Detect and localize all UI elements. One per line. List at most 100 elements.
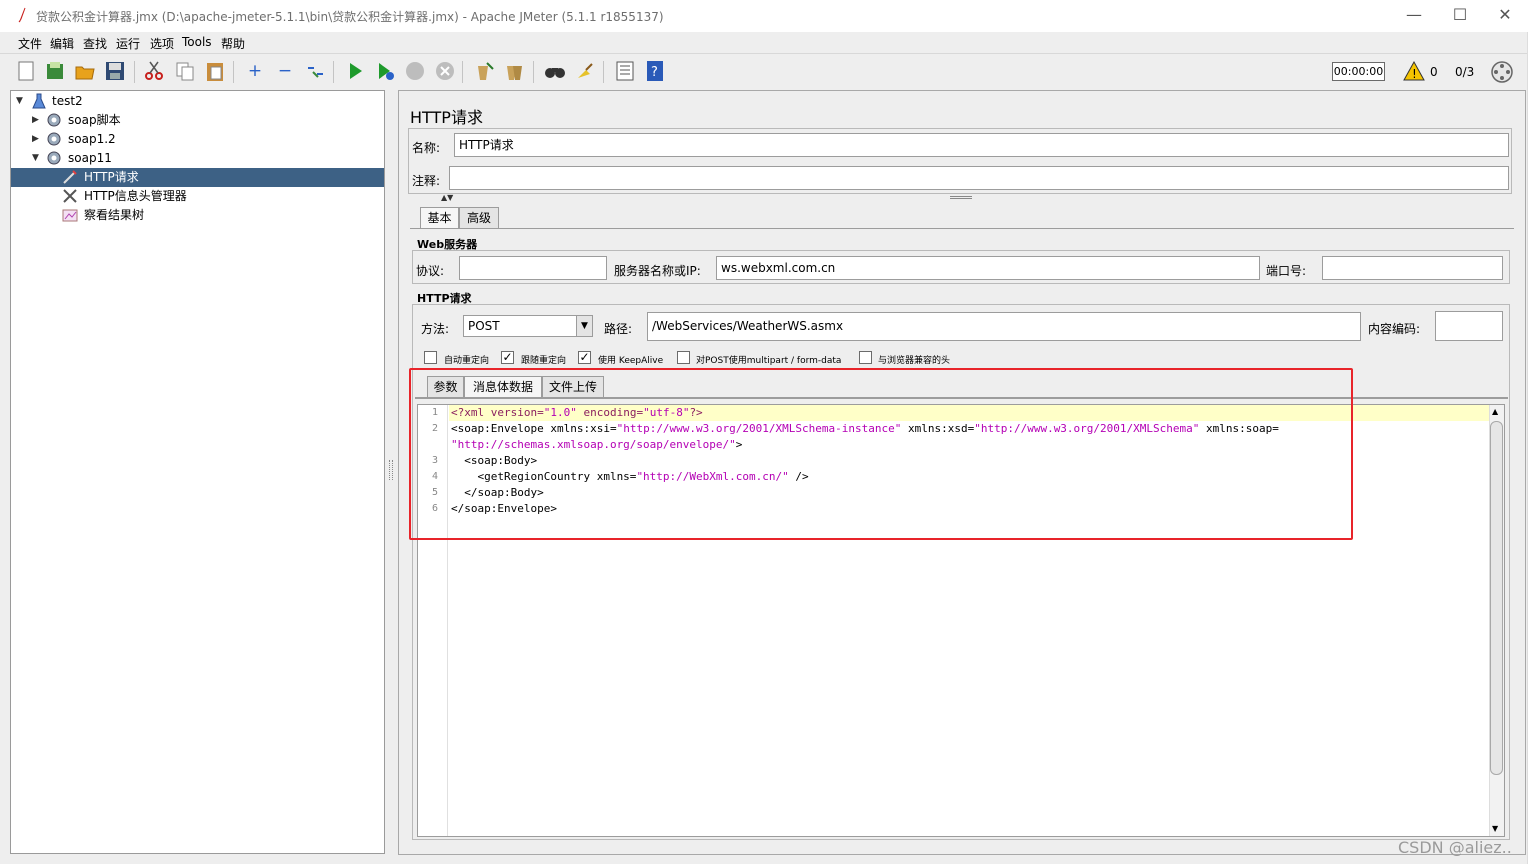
paste-icon[interactable]	[203, 59, 227, 83]
menu-search[interactable]: 查找	[83, 35, 107, 52]
function-helper-icon[interactable]	[613, 59, 637, 83]
tree-item-soap-script[interactable]: ▶ soap脚本	[11, 111, 384, 130]
splitter-handle[interactable]	[950, 196, 972, 199]
menu-help[interactable]: 帮助	[221, 35, 245, 52]
elapsed-timer: 00:00:00	[1332, 62, 1385, 81]
tab-divider	[410, 228, 1514, 229]
tree-item-soap11[interactable]: ▼ soap11	[11, 149, 384, 168]
open-icon[interactable]	[73, 59, 97, 83]
sampler-icon	[62, 169, 78, 185]
new-icon[interactable]	[14, 59, 38, 83]
tree-item-label: soap1.2	[68, 132, 116, 146]
tree-expand-arrow[interactable]: ▼	[16, 92, 23, 111]
highlight-annotation-box	[409, 368, 1353, 540]
comment-label: 注释:	[412, 174, 441, 188]
background-window-strip	[1527, 32, 1536, 864]
menu-run[interactable]: 运行	[116, 35, 140, 52]
copy-icon[interactable]	[173, 59, 197, 83]
panel-title: HTTP请求	[410, 108, 483, 127]
browser-headers-label: 与浏览器兼容的头	[878, 356, 951, 366]
content-encoding-label: 内容编码:	[1368, 322, 1421, 336]
shutdown-icon[interactable]	[433, 59, 457, 83]
close-button[interactable]: ✕	[1485, 4, 1525, 28]
comment-field[interactable]	[449, 166, 1509, 190]
toolbar-separator	[333, 61, 334, 83]
content-encoding-field[interactable]	[1435, 311, 1503, 341]
expand-icon[interactable]: +	[243, 59, 267, 83]
name-field[interactable]: HTTP请求	[454, 133, 1509, 157]
method-select[interactable]: POST	[463, 315, 593, 337]
scroll-down-icon[interactable]: ▼	[1492, 824, 1498, 833]
split-pane-grip[interactable]	[389, 460, 393, 480]
method-value: POST	[468, 319, 500, 333]
stop-icon[interactable]	[403, 59, 427, 83]
maximize-button[interactable]: ☐	[1440, 4, 1480, 28]
port-field[interactable]	[1322, 256, 1503, 280]
tree-item-soap12[interactable]: ▶ soap1.2	[11, 130, 384, 149]
active-threads: 0/3	[1455, 65, 1475, 79]
tree-expand-arrow[interactable]: ▼	[32, 149, 39, 168]
config-icon	[62, 188, 78, 204]
toggle-icon[interactable]	[303, 59, 327, 83]
tree-expand-arrow[interactable]: ▶	[32, 130, 39, 149]
warning-icon[interactable]: !	[1403, 60, 1425, 84]
menu-bar: 文件 编辑 查找 运行 选项 Tools 帮助	[0, 32, 1536, 54]
auto-redirect-label: 自动重定向	[444, 356, 490, 366]
collapse-icon[interactable]: −	[273, 59, 297, 83]
tree-item-http-request[interactable]: HTTP请求	[11, 168, 384, 187]
chevron-down-icon[interactable]: ▼	[576, 316, 592, 336]
follow-redirects-label: 跟随重定向	[521, 356, 567, 366]
start-icon[interactable]	[343, 59, 367, 83]
minimize-button[interactable]: —	[1394, 4, 1434, 28]
warning-count: 0	[1430, 65, 1438, 79]
multipart-checkbox[interactable]	[677, 351, 690, 364]
toolbar-separator	[233, 61, 234, 83]
jmeter-feather-icon	[17, 7, 27, 23]
thread-group-icon	[46, 131, 62, 147]
protocol-field[interactable]	[459, 256, 607, 280]
save-icon[interactable]	[103, 59, 127, 83]
tree-item-label: soap脚本	[68, 113, 121, 127]
templates-icon[interactable]	[43, 59, 67, 83]
menu-file[interactable]: 文件	[18, 35, 42, 52]
auto-redirect-checkbox[interactable]	[424, 351, 437, 364]
tree-item-label: test2	[52, 94, 83, 108]
cut-icon[interactable]	[142, 59, 166, 83]
menu-edit[interactable]: 编辑	[50, 35, 74, 52]
tree-item-test2[interactable]: ▼ test2	[11, 92, 384, 111]
follow-redirects-checkbox[interactable]: ✓	[501, 351, 514, 364]
toolbar-separator	[134, 61, 135, 83]
thread-group-icon	[46, 112, 62, 128]
clear-all-icon[interactable]	[503, 59, 527, 83]
menu-options[interactable]: 选项	[150, 35, 174, 52]
splitter-arrows-icon[interactable]: ▲▼	[441, 193, 453, 202]
scrollbar-thumb[interactable]	[1490, 421, 1503, 775]
keepalive-label: 使用 KeepAlive	[598, 356, 664, 366]
remote-status-icon	[1490, 60, 1514, 87]
tab-advanced[interactable]: 高级	[459, 207, 499, 229]
title-bar: 贷款公积金计算器.jmx (D:\apache-jmeter-5.1.1\bin…	[0, 0, 1536, 32]
test-plan-tree[interactable]: ▼ test2 ▶ soap脚本 ▶ soap1.2 ▼ soap11 HTTP…	[10, 90, 385, 854]
server-field[interactable]: ws.webxml.com.cn	[716, 256, 1260, 280]
tree-expand-arrow[interactable]: ▶	[32, 111, 39, 130]
toolbar-separator	[533, 61, 534, 83]
method-label: 方法:	[421, 322, 450, 336]
watermark: CSDN @aliez..	[1398, 838, 1512, 857]
menu-tools[interactable]: Tools	[182, 35, 212, 49]
keepalive-checkbox[interactable]: ✓	[578, 351, 591, 364]
tree-item-label: HTTP请求	[84, 170, 139, 184]
help-icon[interactable]: ?	[643, 59, 667, 83]
tab-basic[interactable]: 基本	[420, 207, 459, 229]
path-field[interactable]: /WebServices/WeatherWS.asmx	[647, 312, 1361, 341]
svg-text:?: ?	[651, 65, 658, 80]
start-no-pause-icon[interactable]	[373, 59, 397, 83]
scroll-up-icon[interactable]: ▲	[1492, 407, 1498, 416]
reset-search-icon[interactable]	[573, 59, 597, 83]
tree-item-header-manager[interactable]: HTTP信息头管理器	[11, 187, 384, 206]
thread-group-icon	[46, 150, 62, 166]
browser-headers-checkbox[interactable]	[859, 351, 872, 364]
multipart-label: 对POST使用multipart / form-data	[696, 356, 842, 366]
clear-icon[interactable]	[472, 59, 496, 83]
tree-item-results-tree[interactable]: 察看结果树	[11, 206, 384, 225]
search-icon[interactable]	[543, 59, 567, 83]
